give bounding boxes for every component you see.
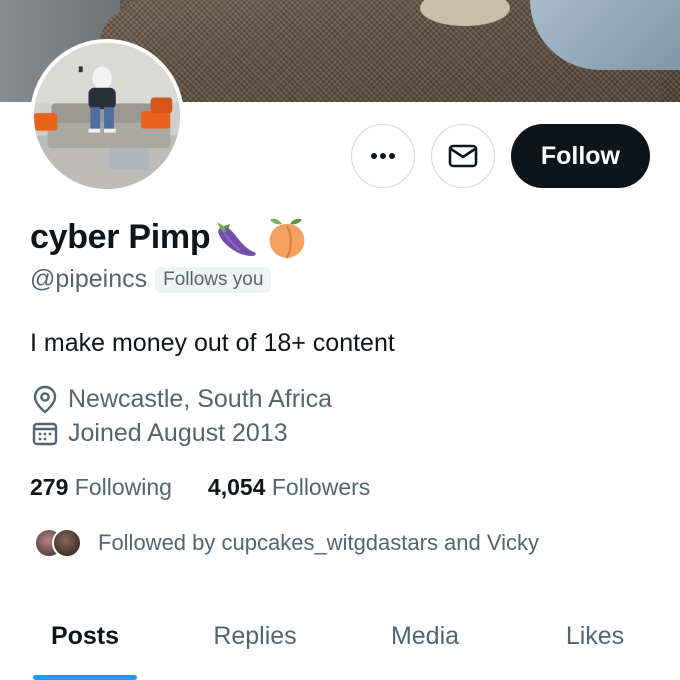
location-pin-icon bbox=[33, 385, 57, 414]
tab-label: Media bbox=[390, 622, 460, 650]
mini-avatar bbox=[52, 528, 82, 558]
envelope-icon bbox=[448, 144, 478, 168]
profile-bio: I make money out of 18+ content bbox=[30, 329, 395, 357]
profile-avatar[interactable] bbox=[30, 39, 184, 193]
user-handle: @pipeincs bbox=[30, 265, 148, 293]
followers-stat[interactable]: 4,054 Followers bbox=[208, 474, 370, 501]
followed-by-row[interactable]: Followed by cupcakes_witgdastars and Vic… bbox=[34, 526, 539, 560]
location-row: Newcastle, South Africa bbox=[30, 384, 332, 414]
follow-stats: 279 Following 4,054 Followers bbox=[30, 474, 370, 501]
following-count: 279 bbox=[30, 474, 69, 500]
tab-posts[interactable]: Posts bbox=[0, 600, 170, 680]
location-text: Newcastle, South Africa bbox=[68, 384, 333, 413]
joined-row: Joined August 2013 bbox=[30, 418, 288, 448]
ellipsis-icon bbox=[370, 153, 395, 159]
tab-label: Likes bbox=[565, 622, 625, 650]
following-stat[interactable]: 279 Following bbox=[30, 474, 172, 501]
tab-label: Replies bbox=[213, 622, 297, 650]
tab-label: Posts bbox=[50, 622, 120, 650]
display-name: cyber Pimp bbox=[30, 217, 211, 256]
eggplant-emoji-icon bbox=[217, 222, 257, 256]
message-button[interactable] bbox=[430, 124, 495, 188]
following-label: Following bbox=[74, 474, 172, 500]
follow-button[interactable]: Follow bbox=[510, 124, 650, 188]
tab-replies[interactable]: Replies bbox=[170, 600, 340, 680]
followers-count: 4,054 bbox=[207, 474, 266, 500]
followed-by-text: Followed by cupcakes_witgdastars and Vic… bbox=[98, 530, 540, 555]
joined-text: Joined August 2013 bbox=[68, 418, 288, 447]
followers-label: Followers bbox=[271, 474, 371, 500]
follows-you-badge: Follows you bbox=[155, 266, 272, 293]
avatar-photo bbox=[34, 43, 180, 189]
peach-emoji-icon bbox=[270, 218, 305, 259]
tab-media[interactable]: Media bbox=[340, 600, 510, 680]
handle-row: @pipeincs Follows you bbox=[30, 265, 272, 294]
profile-actions: Follow bbox=[350, 124, 650, 188]
followers-you-know-avatars bbox=[34, 526, 84, 560]
profile-tabs: Posts Replies Media Likes bbox=[0, 600, 680, 680]
tab-likes[interactable]: Likes bbox=[510, 600, 680, 680]
more-options-button[interactable] bbox=[350, 124, 415, 188]
calendar-icon bbox=[32, 422, 58, 446]
name-row: cyber Pimp bbox=[30, 214, 310, 260]
